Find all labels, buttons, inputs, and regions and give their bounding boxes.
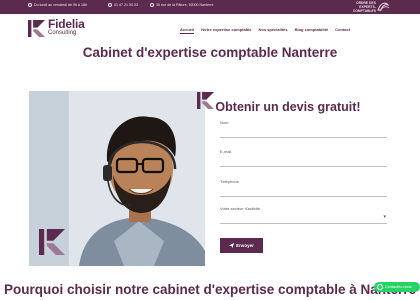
form-title: Obtenir un devis gratuit! (215, 100, 361, 114)
ordre-logo-text: ORDRE DES EXPERTS-COMPTABLES (352, 1, 376, 13)
consultant-photo (29, 91, 205, 266)
page-title: Cabinet d'expertise comptable Nanterre (82, 45, 338, 60)
phone-icon (108, 3, 112, 7)
fidelia-logo-icon (28, 19, 45, 37)
phone-item[interactable]: 01 47 21 50 33 (108, 3, 138, 7)
main-nav: Accueil Notre expertise comptable Nos sp… (180, 27, 350, 34)
nav-item-blog[interactable]: Blog comptabilité (295, 27, 329, 34)
nav-item-contact[interactable]: Contact (335, 27, 350, 34)
top-info-bar: Du lundi au vendredi de 9h à 18h 01 47 2… (0, 0, 420, 14)
phone-input[interactable] (220, 185, 387, 195)
section-title: Pourquoi choisir notre cabinet d'experti… (3, 282, 416, 300)
send-icon (229, 243, 235, 248)
whatsapp-label: Contactez-nous (385, 285, 412, 289)
logo-subtitle: Consulting (48, 30, 77, 36)
whatsapp-icon (377, 284, 383, 290)
phone-field[interactable]: Téléphone (220, 177, 387, 197)
name-label: Nom (220, 120, 229, 125)
fidelia-watermark-icon (39, 229, 65, 255)
name-field[interactable]: Nom (220, 118, 387, 138)
clock-icon (28, 3, 32, 7)
hours-text: Du lundi au vendredi de 9h à 18h (34, 3, 87, 7)
nav-item-specialites[interactable]: Nos spécialités (258, 27, 287, 34)
phone-label: Téléphone (220, 179, 239, 184)
whatsapp-button[interactable]: Contactez-nous (374, 282, 420, 292)
email-label: E-mail (220, 149, 232, 154)
nav-item-expertise[interactable]: Notre expertise comptable (201, 27, 251, 34)
phone-text[interactable]: 01 47 21 50 33 (114, 3, 138, 7)
sector-label: Votre secteur d'activité (220, 206, 261, 211)
site-logo[interactable]: Fidelia Consulting (28, 17, 85, 37)
sector-select[interactable]: Votre secteur d'activité ▾ (220, 204, 387, 224)
name-input[interactable] (220, 126, 387, 136)
address-text: 35 rue de la Pâture, 92000 Nanterre (156, 3, 214, 7)
address-item: 35 rue de la Pâture, 92000 Nanterre (150, 3, 214, 7)
ordre-logo-icon (377, 2, 390, 12)
logo-name: Fidelia (48, 17, 85, 31)
email-field[interactable]: E-mail (220, 147, 387, 167)
submit-button[interactable]: Envoyer (220, 238, 263, 253)
submit-label: Envoyer (236, 243, 254, 248)
hours-item: Du lundi au vendredi de 9h à 18h (28, 3, 87, 7)
nav-item-accueil[interactable]: Accueil (180, 27, 195, 34)
chevron-down-icon: ▾ (383, 214, 386, 220)
location-icon (150, 3, 154, 7)
email-input[interactable] (220, 155, 387, 165)
site-header: Fidelia Consulting Accueil Notre experti… (0, 14, 420, 44)
